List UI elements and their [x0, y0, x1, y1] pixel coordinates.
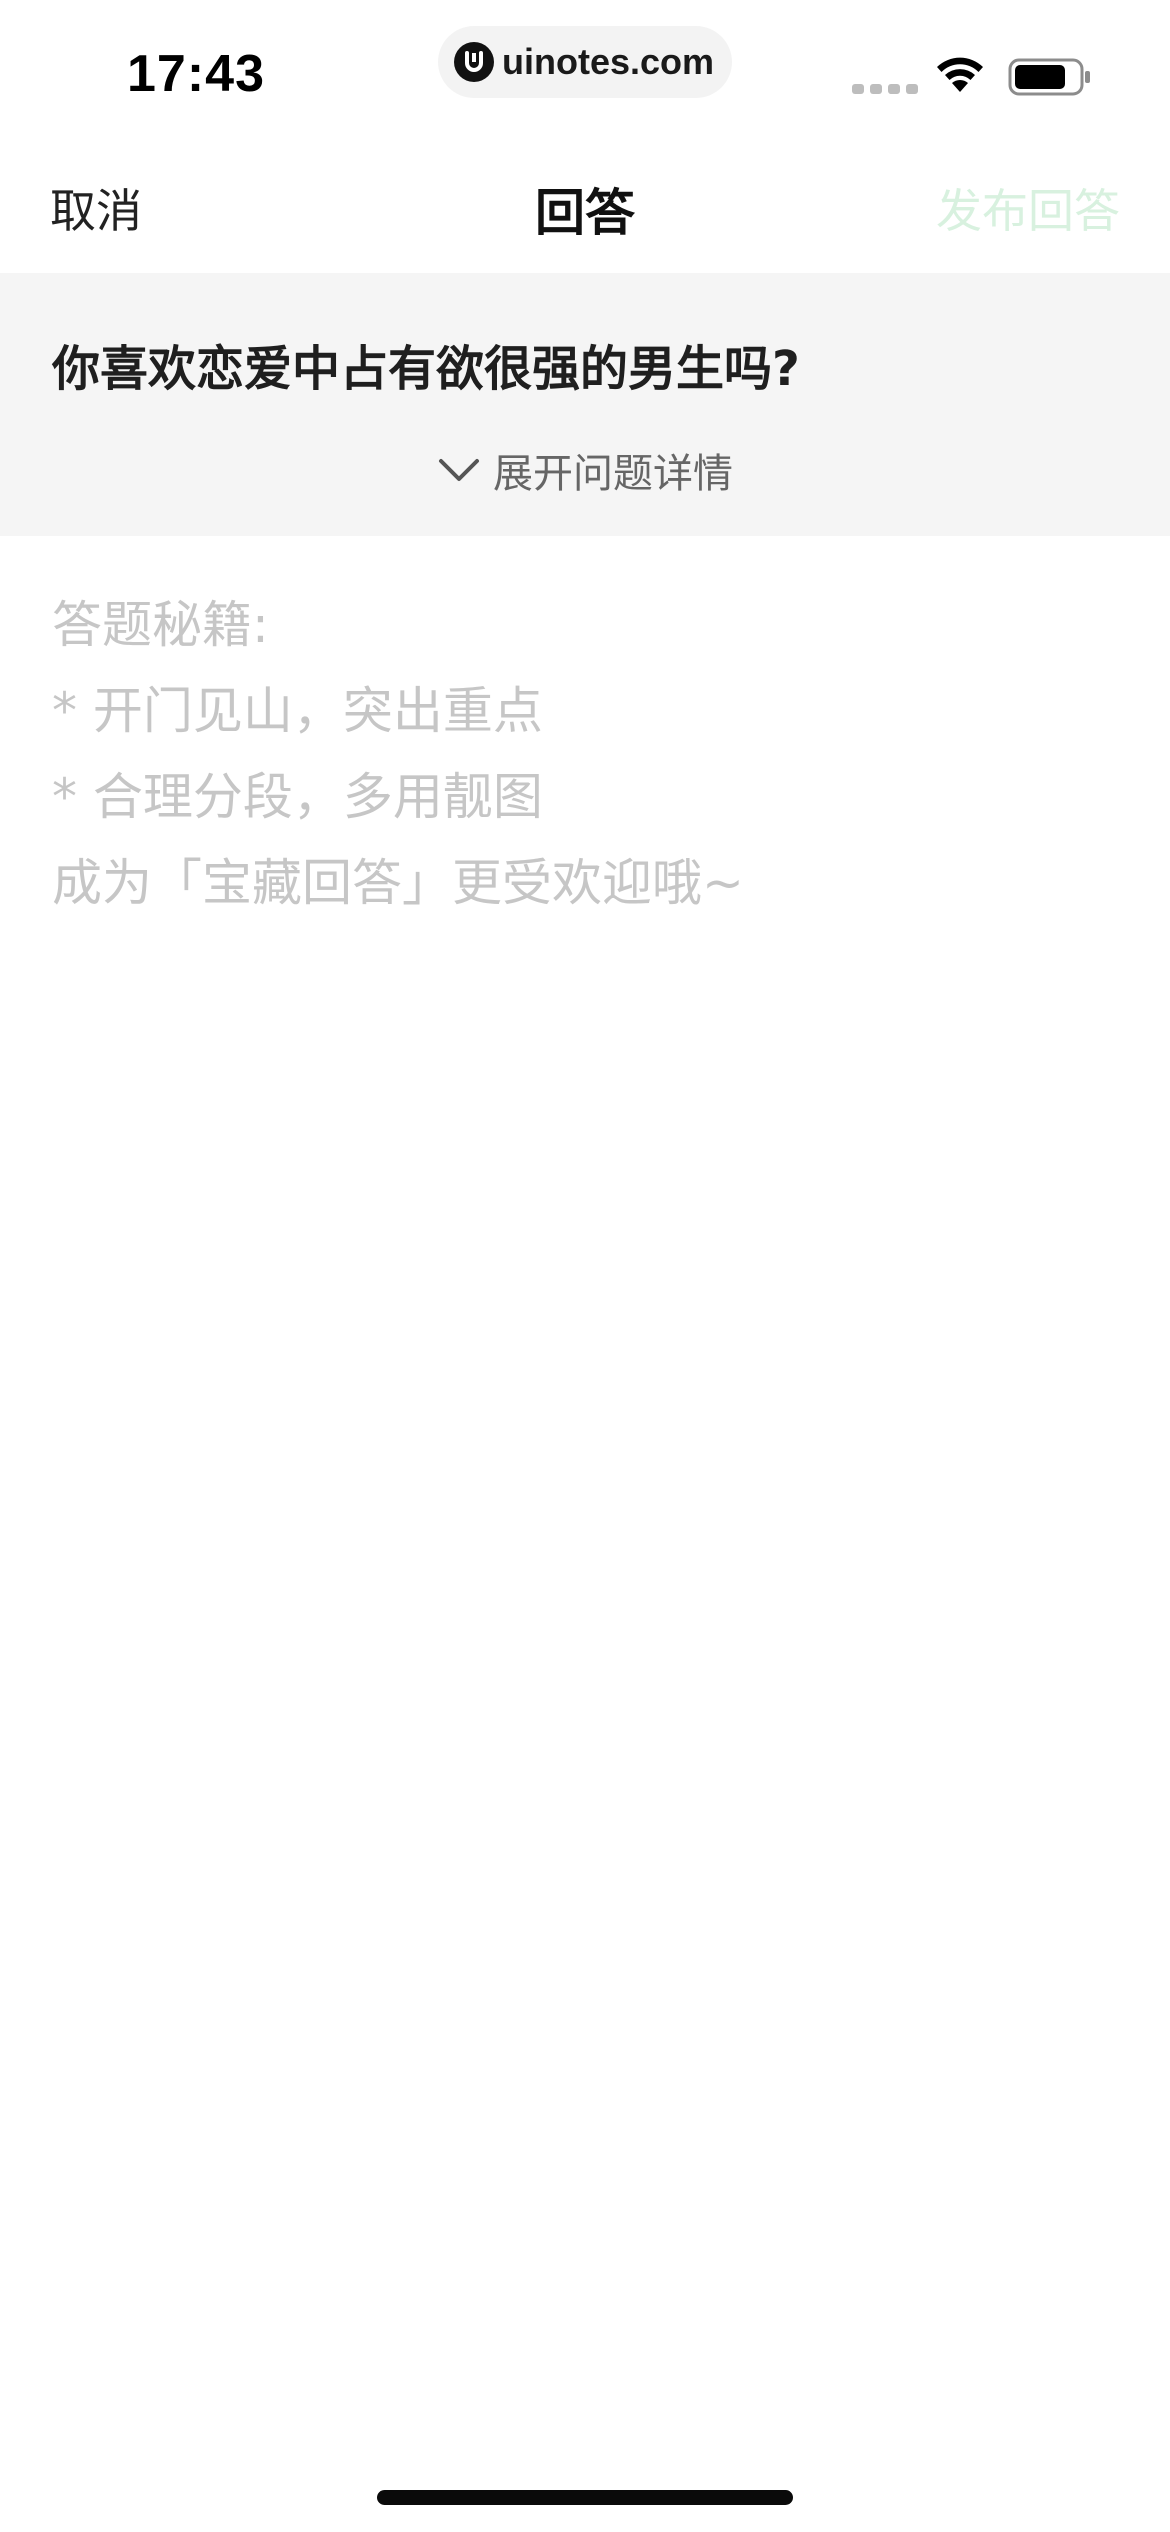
wifi-icon [937, 57, 983, 92]
publish-answer-button[interactable]: 发布回答 [936, 175, 1120, 241]
site-logo-icon [454, 42, 494, 82]
url-pill[interactable]: uinotes.com [438, 26, 732, 98]
question-title: 你喜欢恋爱中占有欲很强的男生吗? [52, 341, 800, 397]
battery-icon [1008, 58, 1090, 96]
home-indicator[interactable] [377, 2490, 793, 2505]
answer-editor[interactable]: 答题秘籍: * 开门见山，突出重点 * 合理分段，多用靓图 成为「宝藏回答」更受… [0, 536, 1170, 2436]
cellular-signal-icon [852, 84, 918, 94]
url-text: uinotes.com [502, 41, 715, 82]
expand-question-details-button[interactable]: 展开问题详情 [0, 441, 1170, 499]
editor-placeholder: 答题秘籍: * 开门见山，突出重点 * 合理分段，多用靓图 成为「宝藏回答」更受… [52, 582, 744, 926]
nav-bar: 取消 回答 发布回答 [0, 145, 1170, 273]
placeholder-line: * 开门见山，突出重点 [52, 682, 543, 740]
status-bar: 17:43 uinotes.com [0, 0, 1170, 145]
question-card: 你喜欢恋爱中占有欲很强的男生吗? 展开问题详情 [0, 273, 1170, 536]
placeholder-line: 成为「宝藏回答」更受欢迎哦~ [52, 854, 744, 912]
placeholder-line: * 合理分段，多用靓图 [52, 768, 543, 826]
expand-question-details-label: 展开问题详情 [493, 451, 733, 497]
status-time: 17:43 [127, 45, 265, 103]
placeholder-line: 答题秘籍: [52, 596, 269, 654]
chevron-down-icon [439, 459, 479, 481]
